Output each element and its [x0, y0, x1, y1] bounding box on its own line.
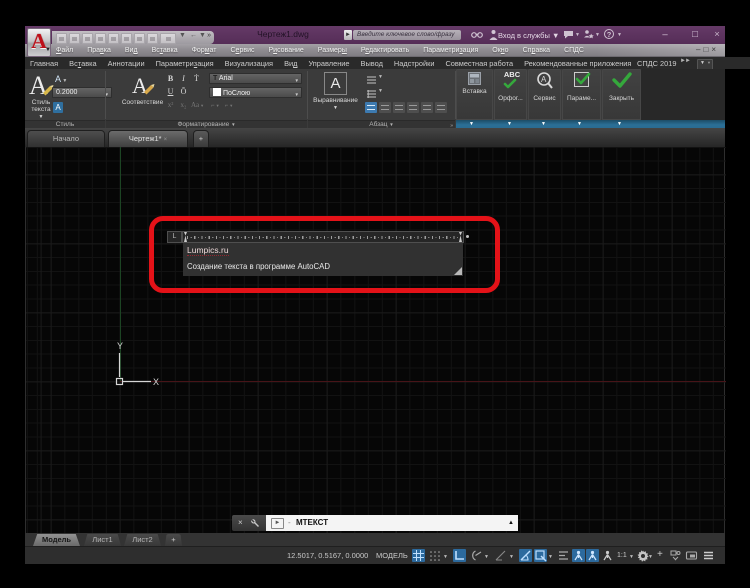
svg-text:X: X — [153, 377, 159, 387]
svg-text:A: A — [132, 73, 148, 98]
svg-text:A: A — [541, 75, 547, 84]
svg-text:Y: Y — [117, 341, 123, 351]
